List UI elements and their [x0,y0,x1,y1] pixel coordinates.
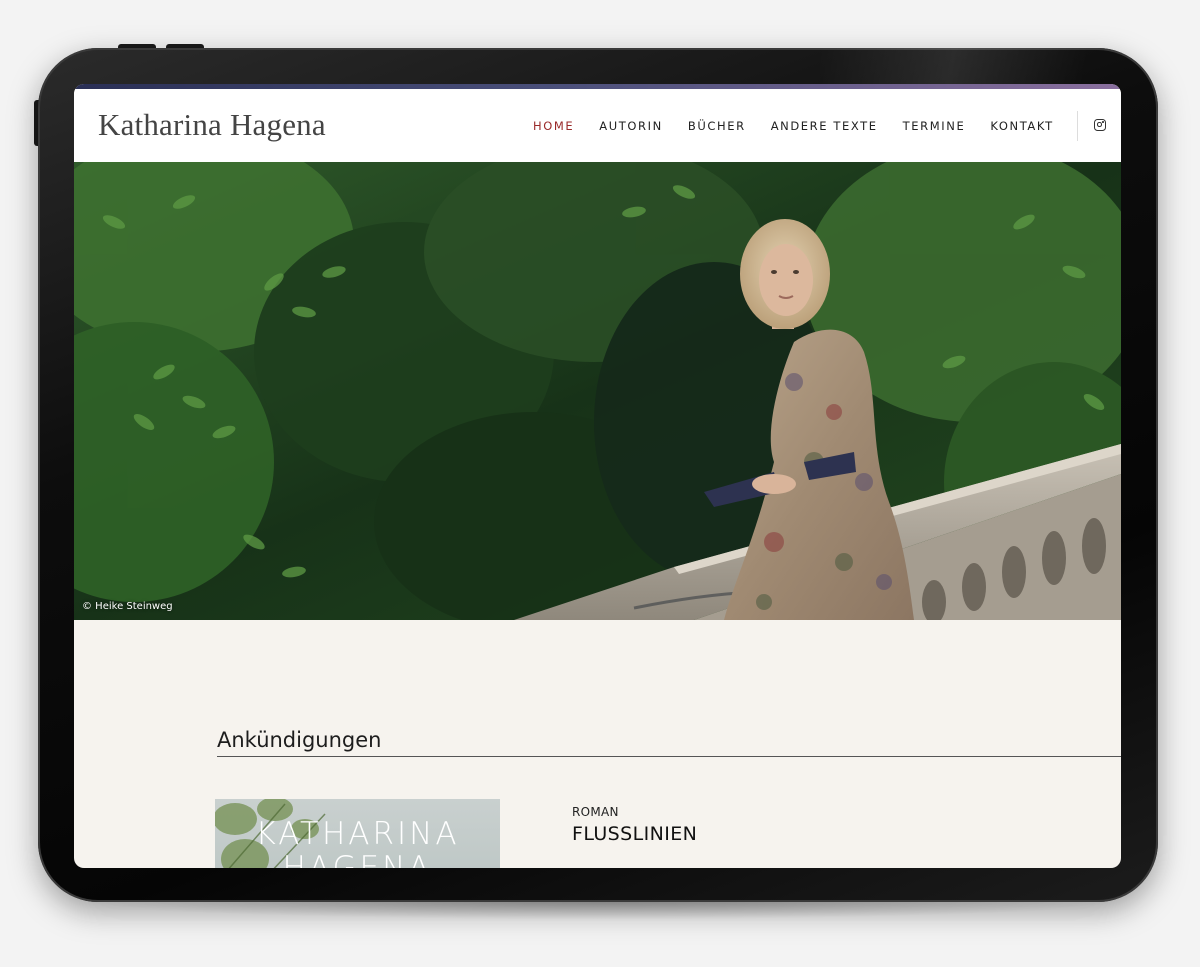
nav-item-termine[interactable]: TERMINE [903,119,966,133]
mockup-stage: Katharina Hagena HOME AUTORIN BÜCHER AND… [0,0,1200,967]
book-genre: ROMAN [572,805,619,819]
tablet-screen: Katharina Hagena HOME AUTORIN BÜCHER AND… [74,84,1121,868]
nav-divider [1077,111,1078,141]
main-nav: HOME AUTORIN BÜCHER ANDERE TEXTE TERMINE… [533,119,1079,133]
nav-item-andere-texte[interactable]: ANDERE TEXTE [771,119,878,133]
section-divider [217,756,1121,757]
hero-photo-illustration [74,162,1121,620]
nav-item-autorin[interactable]: AUTORIN [599,119,663,133]
nav-item-kontakt[interactable]: KONTAKT [990,119,1053,133]
nav-item-home[interactable]: HOME [533,119,574,133]
frame-glare [820,48,1150,88]
nav-item-buecher[interactable]: BÜCHER [688,119,746,133]
cover-author-text: KATHARINA HAGENA [255,816,460,868]
book-title[interactable]: FLUSSLINIEN [572,823,697,845]
site-logo[interactable]: Katharina Hagena [98,107,326,143]
book-cover[interactable]: KATHARINA HAGENA [215,799,500,868]
photo-credit: © Heike Steinweg [82,601,173,612]
site-header: Katharina Hagena HOME AUTORIN BÜCHER AND… [74,89,1121,162]
announcements-heading: Ankündigungen [217,728,382,752]
instagram-icon[interactable] [1094,119,1106,131]
hero-image: © Heike Steinweg [74,162,1121,620]
